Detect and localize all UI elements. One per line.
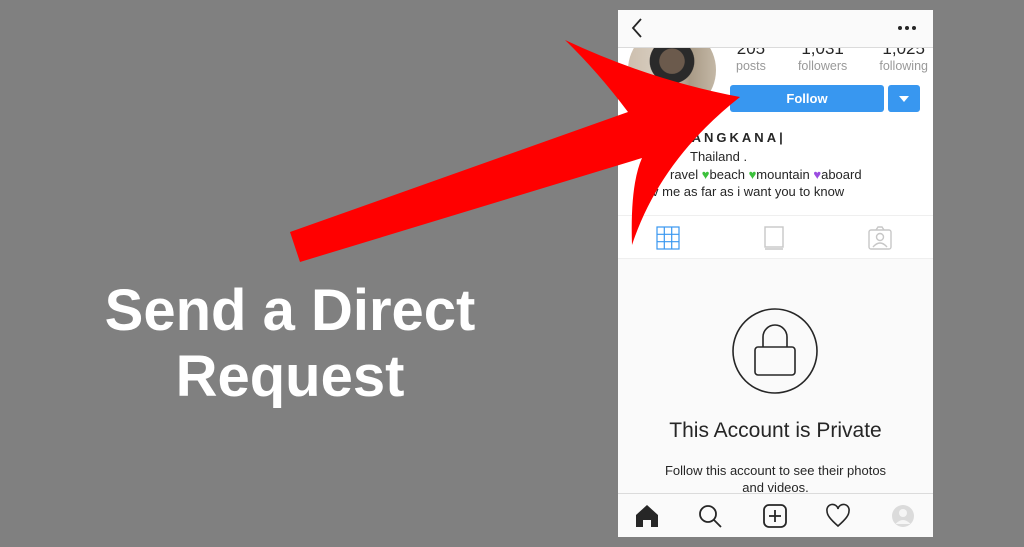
home-icon — [636, 505, 658, 527]
bio-line-1: Thailand . — [690, 149, 748, 164]
nav-search[interactable] — [697, 503, 723, 529]
stat-following-label: following — [879, 59, 928, 73]
nav-profile[interactable] — [890, 503, 916, 529]
more-horizontal-icon — [898, 26, 916, 30]
private-title: This Account is Private — [669, 419, 882, 442]
nav-add-post[interactable] — [762, 503, 788, 529]
tagged-icon — [868, 226, 892, 250]
private-subtitle: Follow this account to see their photos … — [664, 463, 887, 495]
headline-line-1: Send a Direct — [104, 278, 476, 343]
stat-posts-label: posts — [736, 59, 766, 73]
bio-text-aboard: aboard — [821, 166, 862, 182]
back-button[interactable] — [628, 16, 648, 40]
top-navigation-bar — [618, 10, 933, 48]
green-heart-icon: ♥ — [701, 166, 710, 182]
list-icon — [764, 226, 784, 250]
caret-down-icon — [899, 95, 909, 102]
tab-grid[interactable] — [655, 225, 681, 251]
bottom-navigation-bar — [618, 493, 933, 537]
bio-text-beach: beach — [709, 166, 749, 182]
bio-text-travel: ravel — [670, 166, 702, 182]
heart-icon — [826, 503, 850, 528]
nav-activity[interactable] — [825, 503, 851, 529]
private-account-notice: This Account is Private Follow this acco… — [618, 259, 933, 495]
follow-button[interactable]: Follow — [730, 85, 884, 112]
profile-icon — [892, 505, 914, 527]
search-icon — [699, 505, 722, 528]
profile-view-tabs — [618, 215, 933, 259]
bio-text-mountain: mountain — [756, 166, 814, 182]
profile-bio: |ANGKANA| Thailand . ravel ♥beach ♥mount… — [630, 128, 930, 201]
add-post-icon — [763, 504, 787, 528]
purple-heart-icon: ♥ — [813, 166, 822, 182]
stat-followers-label: followers — [797, 59, 848, 73]
headline-line-2: Request — [175, 344, 405, 409]
bio-line-3: v me as far as i want you to know — [652, 184, 845, 199]
tab-list[interactable] — [761, 225, 787, 251]
nav-home[interactable] — [634, 503, 660, 529]
more-options-button[interactable] — [895, 18, 919, 38]
suggestions-dropdown-button[interactable] — [888, 85, 920, 112]
tab-tagged[interactable] — [867, 225, 893, 251]
grid-icon — [656, 226, 680, 250]
instagram-profile-screen: 205 posts 1,031 followers 1,025 followin… — [618, 10, 933, 537]
lock-icon — [732, 308, 818, 394]
headline: Send a Direct Request — [80, 278, 500, 410]
bio-line-2: ravel ♥beach ♥mountain ♥aboard — [630, 166, 930, 184]
chevron-left-icon — [631, 18, 642, 38]
profile-name: |ANGKANA| — [685, 130, 786, 145]
